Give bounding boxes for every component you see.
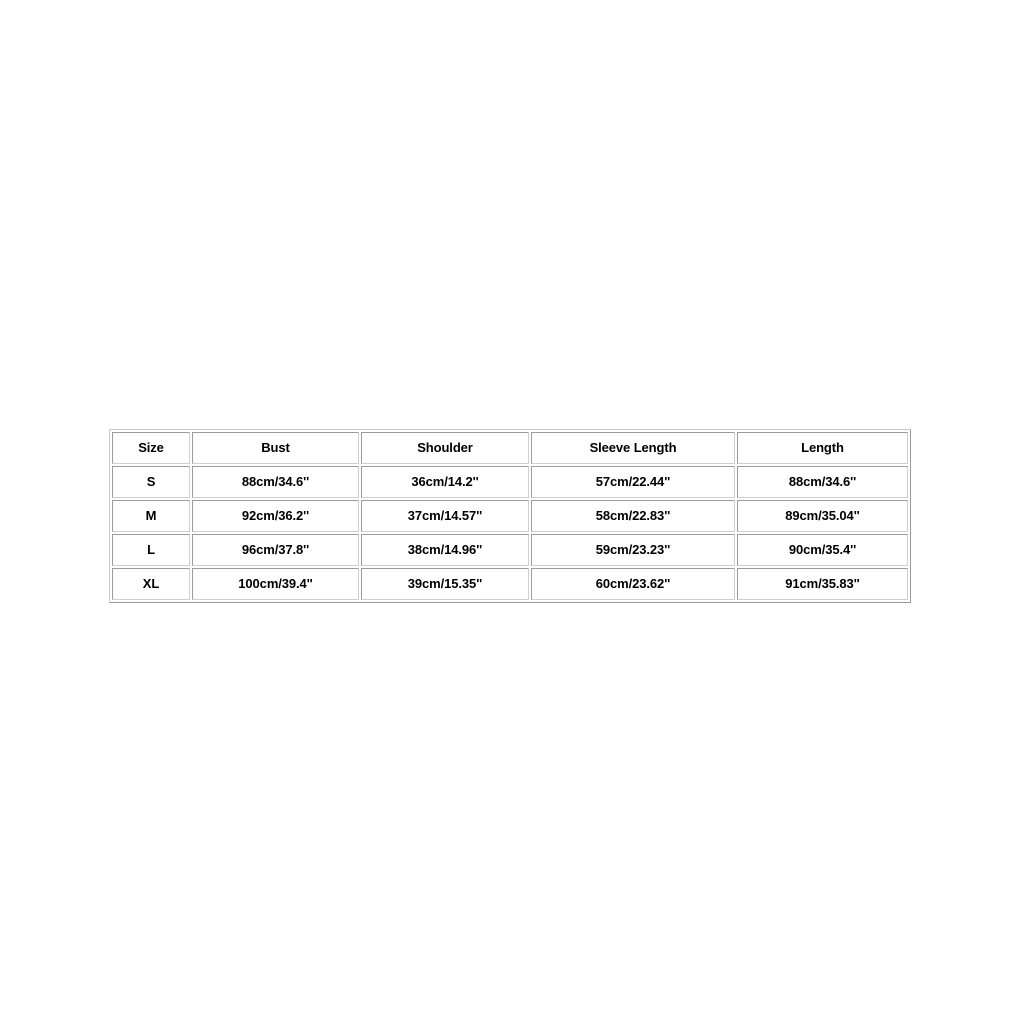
column-header-size: Size — [112, 432, 190, 464]
table-row: XL 100cm/39.4'' 39cm/15.35'' 60cm/23.62'… — [112, 568, 908, 600]
cell-length: 90cm/35.4'' — [737, 534, 908, 566]
cell-sleeve-length: 58cm/22.83'' — [531, 500, 735, 532]
cell-size: XL — [112, 568, 190, 600]
column-header-bust: Bust — [192, 432, 359, 464]
cell-shoulder: 39cm/15.35'' — [361, 568, 529, 600]
table-row: S 88cm/34.6'' 36cm/14.2'' 57cm/22.44'' 8… — [112, 466, 908, 498]
cell-sleeve-length: 59cm/23.23'' — [531, 534, 735, 566]
cell-shoulder: 38cm/14.96'' — [361, 534, 529, 566]
cell-length: 91cm/35.83'' — [737, 568, 908, 600]
cell-size: S — [112, 466, 190, 498]
cell-length: 88cm/34.6'' — [737, 466, 908, 498]
cell-bust: 96cm/37.8'' — [192, 534, 359, 566]
size-chart-body: Size Bust Shoulder Sleeve Length Length … — [112, 432, 908, 600]
cell-size: M — [112, 500, 190, 532]
cell-shoulder: 37cm/14.57'' — [361, 500, 529, 532]
cell-sleeve-length: 57cm/22.44'' — [531, 466, 735, 498]
table-row: L 96cm/37.8'' 38cm/14.96'' 59cm/23.23'' … — [112, 534, 908, 566]
column-header-length: Length — [737, 432, 908, 464]
column-header-shoulder: Shoulder — [361, 432, 529, 464]
table-row: M 92cm/36.2'' 37cm/14.57'' 58cm/22.83'' … — [112, 500, 908, 532]
cell-sleeve-length: 60cm/23.62'' — [531, 568, 735, 600]
cell-bust: 92cm/36.2'' — [192, 500, 359, 532]
cell-shoulder: 36cm/14.2'' — [361, 466, 529, 498]
cell-bust: 100cm/39.4'' — [192, 568, 359, 600]
cell-size: L — [112, 534, 190, 566]
cell-bust: 88cm/34.6'' — [192, 466, 359, 498]
column-header-sleeve-length: Sleeve Length — [531, 432, 735, 464]
size-chart-table: Size Bust Shoulder Sleeve Length Length … — [109, 429, 911, 603]
size-chart-container: Size Bust Shoulder Sleeve Length Length … — [109, 429, 911, 603]
cell-length: 89cm/35.04'' — [737, 500, 908, 532]
table-header-row: Size Bust Shoulder Sleeve Length Length — [112, 432, 908, 464]
